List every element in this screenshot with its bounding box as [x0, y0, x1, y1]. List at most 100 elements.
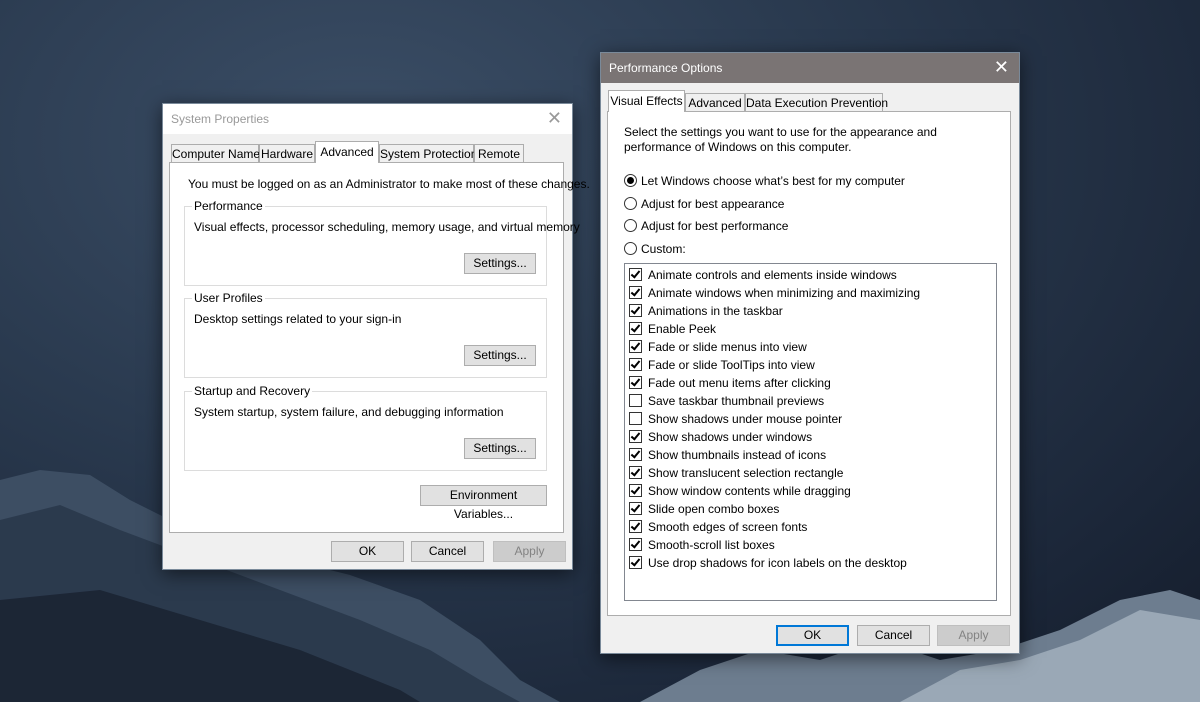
close-icon[interactable]: ✕ — [547, 108, 562, 128]
performance-options-dialog: Performance Options ✕ Visual Effects Adv… — [600, 52, 1020, 654]
title-bar[interactable]: Performance Options ✕ — [601, 53, 1019, 83]
radio-label: Custom: — [641, 242, 686, 256]
list-item[interactable]: Fade out menu items after clicking — [625, 374, 996, 392]
startup-recovery-description: System startup, system failure, and debu… — [194, 405, 504, 419]
admin-note: You must be logged on as an Administrato… — [188, 177, 590, 191]
performance-group: Performance Visual effects, processor sc… — [184, 199, 580, 286]
checkbox-label: Fade out menu items after clicking — [648, 376, 831, 390]
checkbox[interactable] — [629, 340, 642, 353]
tab-hardware[interactable]: Hardware — [259, 144, 315, 163]
list-item[interactable]: Smooth edges of screen fonts — [625, 518, 996, 536]
checkbox-label: Show shadows under windows — [648, 430, 813, 444]
checkbox[interactable] — [629, 502, 642, 515]
cancel-button[interactable]: Cancel — [857, 625, 930, 646]
radio-label: Adjust for best appearance — [641, 197, 785, 211]
list-item[interactable]: Fade or slide ToolTips into view — [625, 356, 996, 374]
list-item[interactable]: Enable Peek — [625, 320, 996, 338]
environment-variables-button[interactable]: Environment Variables... — [420, 485, 547, 521]
intro-text-line-1: Select the settings you want to use for … — [624, 125, 937, 139]
list-item[interactable]: Animate windows when minimizing and maxi… — [625, 284, 996, 302]
performance-title: Performance — [192, 199, 265, 213]
checkbox[interactable] — [629, 556, 642, 569]
list-item[interactable]: Use drop shadows for icon labels on the … — [625, 554, 996, 572]
radio-let-windows-choose[interactable]: Let Windows choose what’s best for my co… — [624, 174, 905, 192]
tab-remote[interactable]: Remote — [474, 144, 524, 163]
list-item[interactable]: Show translucent selection rectangle — [625, 464, 996, 482]
checkbox-label: Save taskbar thumbnail previews — [648, 394, 825, 408]
list-item[interactable]: Show shadows under mouse pointer — [625, 410, 996, 428]
user-profiles-description: Desktop settings related to your sign-in — [194, 312, 402, 326]
advanced-panel: You must be logged on as an Administrato… — [169, 162, 590, 533]
checkbox-label: Animate controls and elements inside win… — [648, 268, 897, 282]
visual-effects-panel: Select the settings you want to use for … — [607, 111, 1011, 616]
user-profiles-settings-button[interactable]: Settings... — [464, 345, 536, 366]
checkbox-label: Show shadows under mouse pointer — [648, 412, 843, 426]
apply-button[interactable]: Apply — [493, 541, 566, 562]
checkbox[interactable] — [629, 376, 642, 389]
checkbox-label: Smooth-scroll list boxes — [648, 538, 775, 552]
radio-button[interactable] — [624, 242, 637, 255]
checkbox[interactable] — [629, 538, 642, 551]
radio-best-appearance[interactable]: Adjust for best appearance — [624, 197, 784, 215]
performance-description: Visual effects, processor scheduling, me… — [194, 220, 580, 234]
list-item[interactable]: Show thumbnails instead of icons — [625, 446, 996, 464]
startup-recovery-title: Startup and Recovery — [192, 384, 313, 398]
checkbox-label: Show translucent selection rectangle — [648, 466, 844, 480]
list-item[interactable]: Slide open combo boxes — [625, 500, 996, 518]
window-title: Performance Options — [609, 61, 723, 75]
checkbox-label: Animate windows when minimizing and maxi… — [648, 286, 921, 300]
checkbox[interactable] — [629, 304, 642, 317]
radio-label: Let Windows choose what’s best for my co… — [641, 174, 905, 188]
apply-button[interactable]: Apply — [937, 625, 1010, 646]
checkbox[interactable] — [629, 412, 642, 425]
radio-custom[interactable]: Custom: — [624, 242, 686, 260]
checkbox-label: Slide open combo boxes — [648, 502, 780, 516]
checkbox[interactable] — [629, 466, 642, 479]
checkbox-label: Smooth edges of screen fonts — [648, 520, 808, 534]
checkbox[interactable] — [629, 430, 642, 443]
close-icon[interactable]: ✕ — [994, 57, 1009, 77]
performance-settings-button[interactable]: Settings... — [464, 253, 536, 274]
cancel-button[interactable]: Cancel — [411, 541, 484, 562]
checkbox-label: Show thumbnails instead of icons — [648, 448, 827, 462]
checkbox[interactable] — [629, 358, 642, 371]
checkbox-label: Show window contents while dragging — [648, 484, 851, 498]
tab-system-protection[interactable]: System Protection — [379, 144, 477, 163]
checkbox[interactable] — [629, 268, 642, 281]
list-item[interactable]: Show window contents while dragging — [625, 482, 996, 500]
ok-button[interactable]: OK — [331, 541, 404, 562]
tab-computer-name[interactable]: Computer Name — [171, 144, 260, 163]
radio-best-performance[interactable]: Adjust for best performance — [624, 219, 788, 237]
visual-effects-list[interactable]: Animate controls and elements inside win… — [624, 263, 997, 601]
list-item[interactable]: Show shadows under windows — [625, 428, 996, 446]
list-item[interactable]: Animate controls and elements inside win… — [625, 266, 996, 284]
system-properties-dialog: System Properties ✕ Computer Name Hardwa… — [162, 103, 590, 570]
tab-advanced[interactable]: Advanced — [315, 141, 379, 163]
list-item[interactable]: Fade or slide menus into view — [625, 338, 996, 356]
radio-button[interactable] — [624, 197, 637, 210]
checkbox-label: Enable Peek — [648, 322, 717, 336]
tab-visual-effects[interactable]: Visual Effects — [608, 90, 685, 112]
checkbox[interactable] — [629, 286, 642, 299]
title-bar[interactable]: System Properties ✕ — [163, 104, 572, 134]
ok-button[interactable]: OK — [776, 625, 849, 646]
list-item[interactable]: Animations in the taskbar — [625, 302, 996, 320]
checkbox[interactable] — [629, 394, 642, 407]
radio-button[interactable] — [624, 174, 637, 187]
checkbox-label: Animations in the taskbar — [648, 304, 783, 318]
list-item[interactable]: Save taskbar thumbnail previews — [625, 392, 996, 410]
user-profiles-group: User Profiles Desktop settings related t… — [184, 291, 547, 378]
checkbox[interactable] — [629, 520, 642, 533]
checkbox-label: Use drop shadows for icon labels on the … — [648, 556, 907, 570]
tab-advanced[interactable]: Advanced — [685, 93, 745, 112]
list-item[interactable]: Smooth-scroll list boxes — [625, 536, 996, 554]
tab-data-execution-prevention[interactable]: Data Execution Prevention — [745, 93, 888, 112]
checkbox[interactable] — [629, 484, 642, 497]
user-profiles-title: User Profiles — [192, 291, 265, 305]
checkbox[interactable] — [629, 322, 642, 335]
startup-recovery-group: Startup and Recovery System startup, sys… — [184, 384, 547, 471]
radio-button[interactable] — [624, 219, 637, 232]
checkbox[interactable] — [629, 448, 642, 461]
startup-recovery-settings-button[interactable]: Settings... — [464, 438, 536, 459]
checkbox-label: Fade or slide menus into view — [648, 340, 807, 354]
